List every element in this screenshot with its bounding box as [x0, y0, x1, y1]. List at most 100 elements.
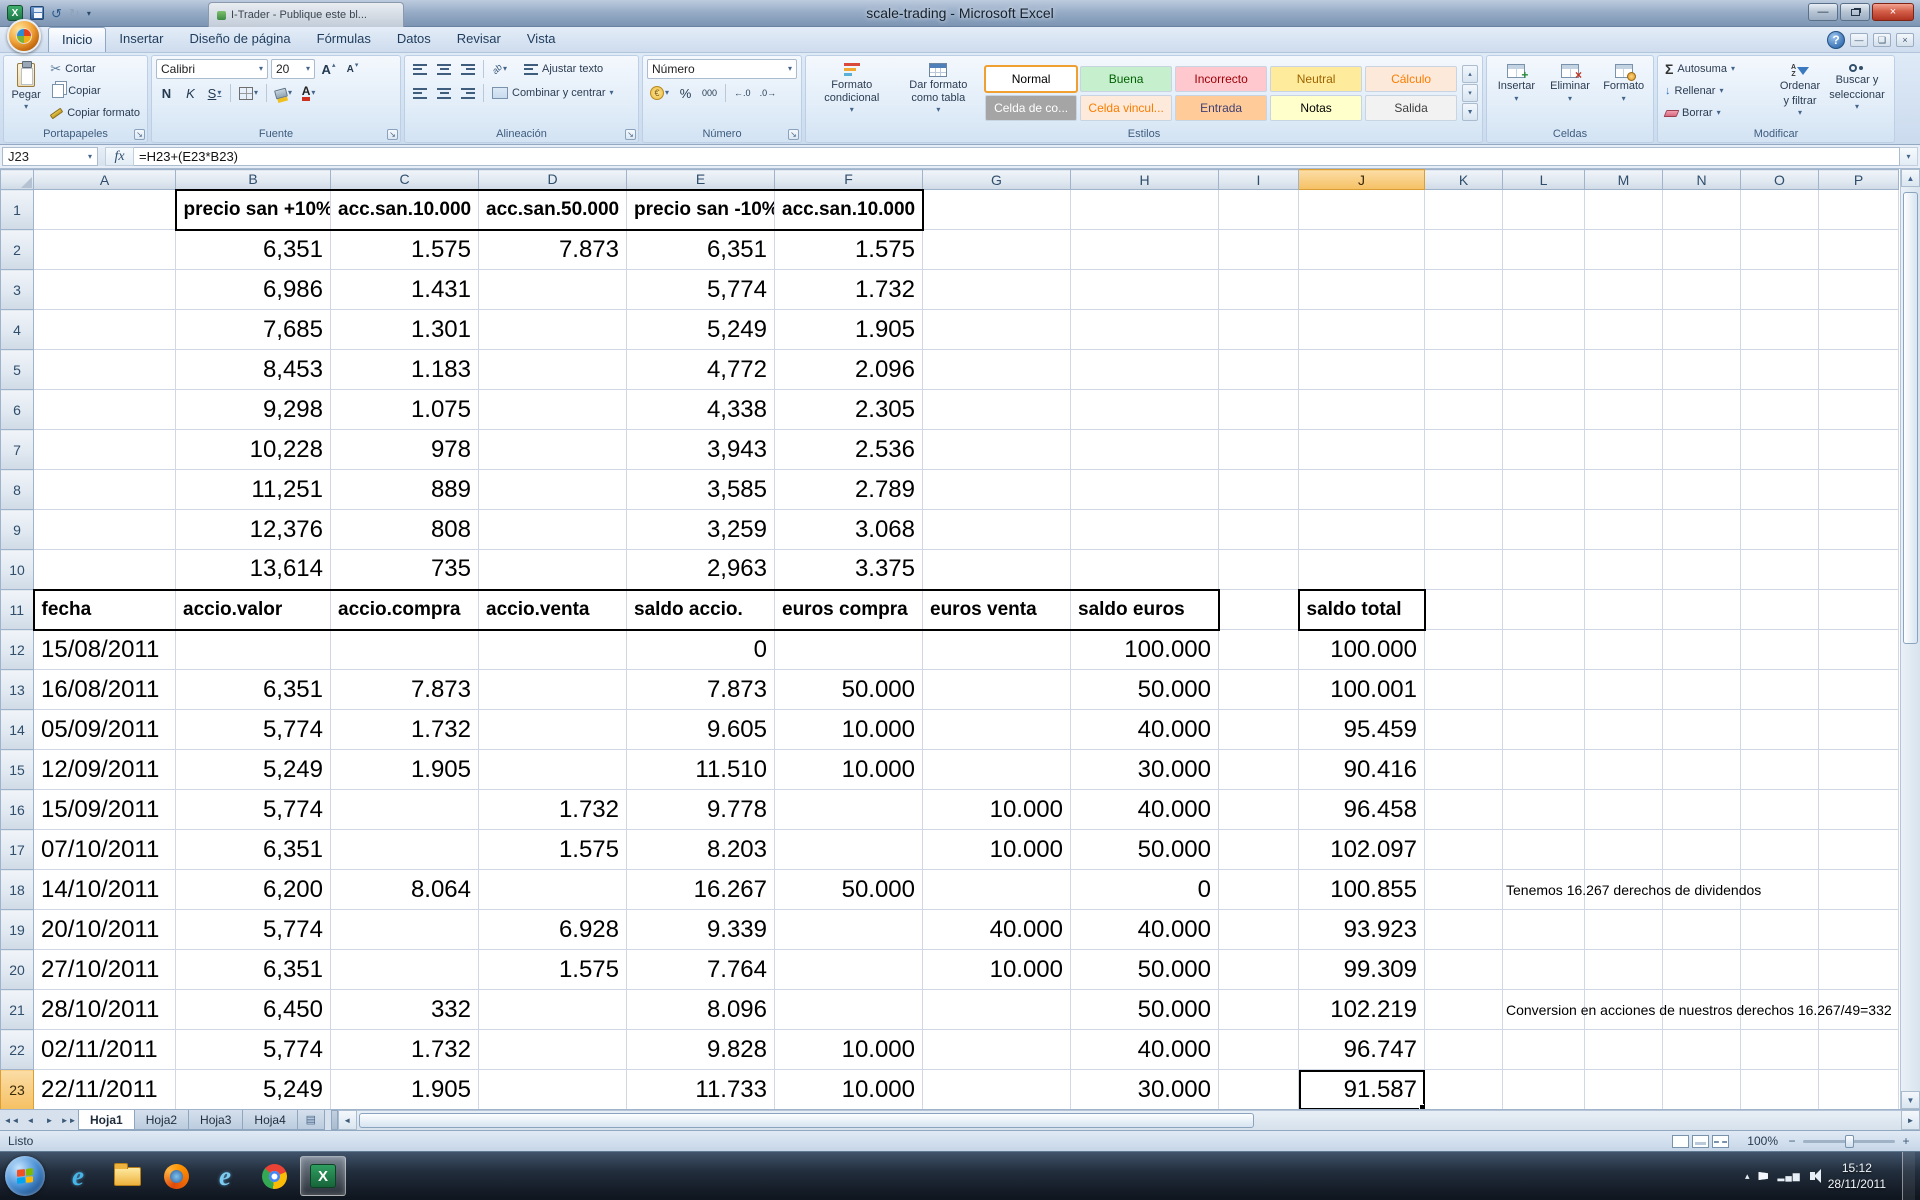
cell-D6[interactable]: [479, 390, 627, 430]
style-chip-entrada[interactable]: Entrada: [1175, 95, 1267, 121]
cell-B3[interactable]: 6,986: [176, 270, 331, 310]
cell-I11[interactable]: [1219, 590, 1299, 630]
cell-M19[interactable]: [1585, 910, 1663, 950]
cell-E18[interactable]: 16.267: [627, 870, 775, 910]
col-header-C[interactable]: C: [331, 170, 479, 190]
cell-E11[interactable]: saldo accio.: [627, 590, 775, 630]
cell-O4[interactable]: [1741, 310, 1819, 350]
cell-O19[interactable]: [1741, 910, 1819, 950]
col-header-G[interactable]: G: [923, 170, 1071, 190]
cell-C14[interactable]: 1.732: [331, 710, 479, 750]
network-icon[interactable]: ▂▄▆: [1777, 1171, 1800, 1182]
cell-A7[interactable]: [34, 430, 176, 470]
cell-I15[interactable]: [1219, 750, 1299, 790]
cell-I9[interactable]: [1219, 510, 1299, 550]
cell-D12[interactable]: [479, 630, 627, 670]
cell-A3[interactable]: [34, 270, 176, 310]
cell-O17[interactable]: [1741, 830, 1819, 870]
cell-K17[interactable]: [1425, 830, 1503, 870]
cell-D23[interactable]: [479, 1070, 627, 1110]
conditional-formatting-button[interactable]: Formato condicional ▾: [810, 59, 894, 127]
font-color-button[interactable]: A▾: [298, 83, 319, 103]
cell-P2[interactable]: [1819, 230, 1899, 270]
taskbar-clock[interactable]: 15:12 28/11/2011: [1828, 1160, 1886, 1192]
cell-G22[interactable]: [923, 1030, 1071, 1070]
cell-N14[interactable]: [1663, 710, 1741, 750]
gallery-scroll-down-icon[interactable]: ▾: [1462, 84, 1478, 102]
cell-M20[interactable]: [1585, 950, 1663, 990]
cell-D3[interactable]: [479, 270, 627, 310]
cell-L9[interactable]: [1503, 510, 1585, 550]
cell-I12[interactable]: [1219, 630, 1299, 670]
cell-L19[interactable]: [1503, 910, 1585, 950]
cell-J10[interactable]: [1299, 550, 1425, 590]
cell-J14[interactable]: 95.459: [1299, 710, 1425, 750]
cell-P12[interactable]: [1819, 630, 1899, 670]
col-header-F[interactable]: F: [775, 170, 923, 190]
style-chip-notas[interactable]: Notas: [1270, 95, 1362, 121]
cell-M11[interactable]: [1585, 590, 1663, 630]
cell-B6[interactable]: 9,298: [176, 390, 331, 430]
cell-E12[interactable]: 0: [627, 630, 775, 670]
underline-button[interactable]: S▾: [204, 83, 225, 103]
cell-J11[interactable]: saldo total: [1299, 590, 1425, 630]
cell-K19[interactable]: [1425, 910, 1503, 950]
cell-C15[interactable]: 1.905: [331, 750, 479, 790]
cell-H18[interactable]: 0: [1071, 870, 1219, 910]
cell-A9[interactable]: [34, 510, 176, 550]
paste-button[interactable]: Pegar ▾: [8, 59, 44, 127]
zoom-out-icon[interactable]: −: [1786, 1134, 1798, 1148]
cell-P14[interactable]: [1819, 710, 1899, 750]
sort-filter-button[interactable]: AZ Ordenar y filtrar ▾: [1773, 59, 1827, 127]
cell-A16[interactable]: 15/09/2011: [34, 790, 176, 830]
cell-P20[interactable]: [1819, 950, 1899, 990]
cell-H2[interactable]: [1071, 230, 1219, 270]
cell-O2[interactable]: [1741, 230, 1819, 270]
cell-O23[interactable]: [1741, 1070, 1819, 1110]
cell-G23[interactable]: [923, 1070, 1071, 1110]
cell-C4[interactable]: 1.301: [331, 310, 479, 350]
cell-L4[interactable]: [1503, 310, 1585, 350]
cell-K5[interactable]: [1425, 350, 1503, 390]
cell-H17[interactable]: 50.000: [1071, 830, 1219, 870]
cell-D20[interactable]: 1.575: [479, 950, 627, 990]
cell-J12[interactable]: 100.000: [1299, 630, 1425, 670]
font-size-select[interactable]: 20▾: [271, 59, 315, 79]
workbook-minimize-button[interactable]: —: [1850, 33, 1868, 47]
col-header-D[interactable]: D: [479, 170, 627, 190]
cell-E14[interactable]: 9.605: [627, 710, 775, 750]
col-header-P[interactable]: P: [1819, 170, 1899, 190]
cell-H5[interactable]: [1071, 350, 1219, 390]
cell-N12[interactable]: [1663, 630, 1741, 670]
save-icon[interactable]: [30, 6, 44, 20]
style-chip-salida[interactable]: Salida: [1365, 95, 1457, 121]
cell-E23[interactable]: 11.733: [627, 1070, 775, 1110]
cell-P22[interactable]: [1819, 1030, 1899, 1070]
select-all-corner[interactable]: [1, 170, 34, 190]
cell-A8[interactable]: [34, 470, 176, 510]
cell-E19[interactable]: 9.339: [627, 910, 775, 950]
cell-N19[interactable]: [1663, 910, 1741, 950]
row-header-17[interactable]: 17: [1, 830, 34, 870]
cell-B2[interactable]: 6,351: [176, 230, 331, 270]
cell-H4[interactable]: [1071, 310, 1219, 350]
col-header-J[interactable]: J: [1299, 170, 1425, 190]
zoom-in-icon[interactable]: +: [1900, 1134, 1912, 1148]
cell-N16[interactable]: [1663, 790, 1741, 830]
cell-J17[interactable]: 102.097: [1299, 830, 1425, 870]
cell-F13[interactable]: 50.000: [775, 670, 923, 710]
cell-O16[interactable]: [1741, 790, 1819, 830]
cell-J20[interactable]: 99.309: [1299, 950, 1425, 990]
number-format-select[interactable]: Número▾: [647, 59, 797, 79]
cell-L6[interactable]: [1503, 390, 1585, 430]
cell-K15[interactable]: [1425, 750, 1503, 790]
cell-N10[interactable]: [1663, 550, 1741, 590]
cell-F21[interactable]: [775, 990, 923, 1030]
increase-decimal-button[interactable]: ←.0: [731, 83, 754, 103]
cell-G8[interactable]: [923, 470, 1071, 510]
cell-J23[interactable]: 91.587: [1299, 1070, 1425, 1110]
cell-J22[interactable]: 96.747: [1299, 1030, 1425, 1070]
cell-K2[interactable]: [1425, 230, 1503, 270]
cell-E3[interactable]: 5,774: [627, 270, 775, 310]
gallery-scroll-up-icon[interactable]: ▴: [1462, 65, 1478, 83]
